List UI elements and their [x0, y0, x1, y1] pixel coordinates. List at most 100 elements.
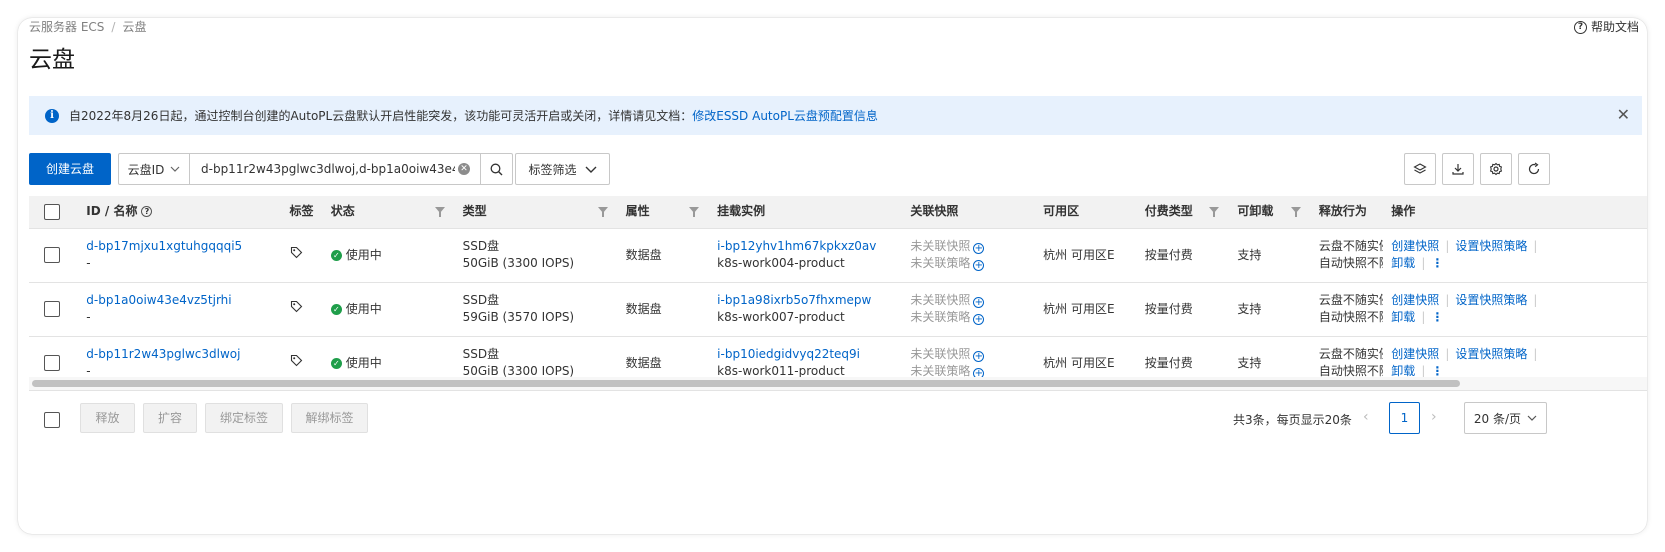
- policy-status: 未关联策略: [910, 310, 971, 324]
- column-header-tag: 标签: [281, 196, 323, 229]
- row-checkbox[interactable]: [44, 355, 60, 371]
- ops-divider: |: [1445, 239, 1450, 253]
- zone-cell: 杭州 可用区E: [1035, 228, 1137, 283]
- disk-attr: 数据盘: [625, 355, 662, 370]
- row-checkbox[interactable]: [44, 301, 60, 317]
- disk-id-cell: d-bp1a0oiw43e4vz5tjrhi -: [78, 282, 282, 337]
- policy-status: 未关联策略: [910, 364, 971, 378]
- detach-link[interactable]: 卸载: [1391, 364, 1415, 378]
- set-snapshot-policy-link[interactable]: 设置快照策略: [1455, 347, 1527, 361]
- page-number-current[interactable]: 1: [1389, 402, 1420, 434]
- filter-field-select[interactable]: 云盘ID: [119, 154, 190, 184]
- snapshot-status: 未关联快照: [910, 347, 971, 361]
- unbind-tag-button[interactable]: 解绑标签: [291, 403, 368, 433]
- bulk-select-checkbox[interactable]: [44, 412, 60, 428]
- horizontal-scrollbar[interactable]: [32, 380, 1460, 387]
- status-text: 使用中: [345, 248, 382, 262]
- page-size-select[interactable]: 20 条/页: [1464, 402, 1547, 434]
- tag-icon[interactable]: [290, 246, 303, 259]
- more-icon[interactable]: ⋮: [1431, 310, 1443, 324]
- ops-divider: |: [1533, 347, 1538, 361]
- status-cell: ✓ 使用中: [322, 282, 455, 337]
- column-header-id: ID / 名称?: [78, 196, 282, 229]
- create-snapshot-link[interactable]: 创建快照: [1391, 293, 1439, 307]
- set-snapshot-policy-link[interactable]: 设置快照策略: [1455, 293, 1527, 307]
- breadcrumb-root[interactable]: 云服务器 ECS: [29, 20, 104, 34]
- next-page-icon[interactable]: ›: [1431, 409, 1437, 425]
- create-snapshot-link[interactable]: 创建快照: [1391, 239, 1439, 253]
- add-policy-icon[interactable]: +: [973, 260, 985, 271]
- ops-divider: |: [1533, 239, 1538, 253]
- add-snapshot-icon[interactable]: +: [973, 297, 985, 308]
- help-docs-link[interactable]: ? 帮助文档: [1573, 18, 1639, 36]
- ops-divider: |: [1421, 310, 1426, 324]
- ops-divider: |: [1421, 256, 1426, 270]
- status-text: 使用中: [345, 356, 382, 370]
- instance-id-link[interactable]: i-bp1a98ixrb5o7fhxmepw: [717, 292, 902, 309]
- download-button[interactable]: [1442, 153, 1474, 185]
- filter-funnel-icon[interactable]: [434, 207, 445, 217]
- page-title: 云盘: [29, 47, 75, 73]
- create-snapshot-link[interactable]: 创建快照: [1391, 347, 1439, 361]
- expand-button[interactable]: 扩容: [143, 403, 197, 433]
- disk-id-cell: d-bp17mjxu1xgtuhgqqqi5 -: [78, 228, 282, 283]
- release-snapshot: 自动快照不随: [1318, 310, 1383, 324]
- detach-link[interactable]: 卸载: [1391, 310, 1415, 324]
- add-snapshot-icon[interactable]: +: [973, 351, 985, 362]
- add-snapshot-icon[interactable]: +: [973, 243, 985, 254]
- status-badge: ✓ 使用中: [330, 355, 382, 372]
- clear-icon[interactable]: ✕: [458, 163, 470, 175]
- filter-funnel-icon[interactable]: [689, 207, 700, 217]
- bind-tag-button[interactable]: 绑定标签: [205, 403, 283, 433]
- ops-divider: |: [1445, 347, 1450, 361]
- disk-attr: 数据盘: [625, 247, 662, 262]
- pay-type: 按量付费: [1144, 247, 1193, 262]
- row-select-cell: [29, 228, 79, 283]
- select-all-cell: [29, 196, 79, 229]
- prev-page-icon[interactable]: ‹: [1363, 409, 1369, 425]
- instance-id-link[interactable]: i-bp10iedgidvyq22teq9i: [717, 346, 902, 363]
- tag-icon[interactable]: [290, 354, 303, 367]
- tag-cell: [281, 282, 323, 337]
- tag-filter-button[interactable]: 标签筛选: [515, 153, 610, 185]
- notice-banner: i 自2022年8月26日起，通过控制台创建的AutoPL云盘默认开启性能突发，…: [29, 96, 1642, 135]
- settings-button[interactable]: [1480, 153, 1512, 185]
- filter-funnel-icon[interactable]: [1209, 207, 1220, 217]
- search-input[interactable]: d-bp11r2w43pglwc3dlwoj,d-bp1a0oiw43e4vz5…: [190, 154, 480, 184]
- snapshot-status: 未关联快照: [910, 239, 971, 253]
- filter-funnel-icon[interactable]: [597, 207, 608, 217]
- disk-id-link[interactable]: d-bp11r2w43pglwc3dlwoj: [86, 346, 281, 363]
- release-button[interactable]: 释放: [80, 403, 135, 433]
- layers-button[interactable]: [1404, 153, 1436, 185]
- refresh-icon: [1528, 162, 1540, 175]
- disk-attr: 数据盘: [625, 301, 662, 316]
- status-text: 使用中: [345, 302, 382, 316]
- tag-icon[interactable]: [290, 300, 303, 313]
- more-icon[interactable]: ⋮: [1431, 256, 1443, 270]
- disk-id-link[interactable]: d-bp1a0oiw43e4vz5tjrhi: [86, 292, 281, 309]
- search-button[interactable]: [480, 154, 512, 184]
- create-disk-button[interactable]: 创建云盘: [29, 153, 111, 185]
- zone-cell: 杭州 可用区E: [1035, 282, 1137, 337]
- detach-link[interactable]: 卸载: [1391, 256, 1415, 270]
- question-circle-icon[interactable]: ?: [141, 206, 153, 218]
- refresh-button[interactable]: [1518, 153, 1550, 185]
- notice-link[interactable]: 修改ESSD AutoPL云盘预配置信息: [692, 107, 878, 124]
- instance-id-link[interactable]: i-bp12yhv1hm67kpkxz0av: [717, 238, 902, 255]
- ops-divider: |: [1445, 293, 1450, 307]
- disk-id-link[interactable]: d-bp17mjxu1xgtuhgqqqi5: [86, 238, 281, 255]
- detachable: 支持: [1237, 301, 1262, 316]
- column-header-release: 释放行为: [1310, 196, 1384, 229]
- close-icon[interactable]: ✕: [1617, 107, 1630, 123]
- select-all-checkbox[interactable]: [44, 203, 60, 220]
- question-circle-icon: ?: [1573, 20, 1587, 34]
- filter-funnel-icon[interactable]: [1290, 207, 1301, 217]
- row-checkbox[interactable]: [44, 247, 60, 263]
- set-snapshot-policy-link[interactable]: 设置快照策略: [1455, 239, 1527, 253]
- add-policy-icon[interactable]: +: [973, 314, 985, 325]
- pay-type: 按量付费: [1144, 355, 1193, 370]
- more-icon[interactable]: ⋮: [1431, 364, 1443, 378]
- pagination-summary: 共3条，每页显示20条: [1233, 413, 1352, 427]
- disk-type: SSD盘: [462, 239, 500, 253]
- instance-name: k8s-work007-product: [717, 310, 845, 324]
